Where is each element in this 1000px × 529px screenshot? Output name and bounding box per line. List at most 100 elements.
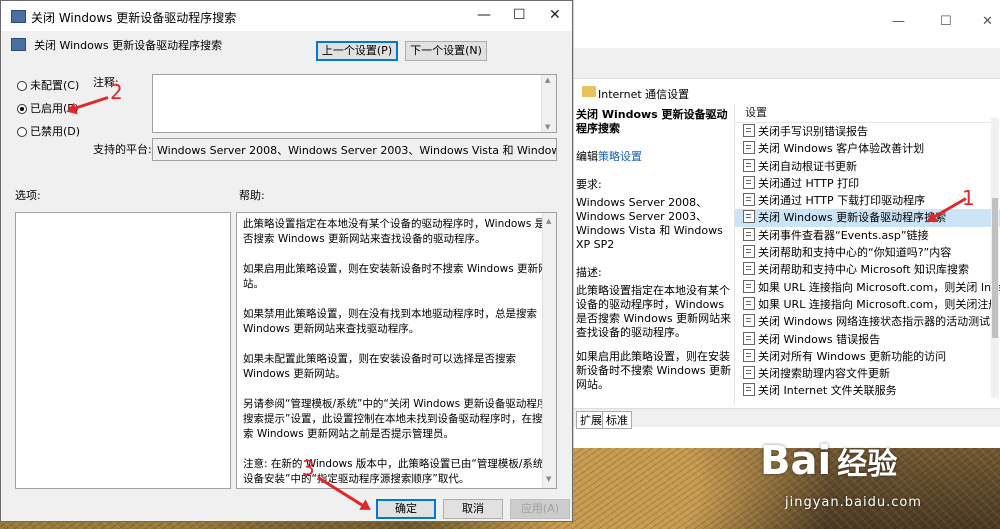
policy-list-item[interactable]: 关闭帮助和支持中心的“你知道吗?”内容 xyxy=(735,244,1000,261)
desc-req-label: 要求: xyxy=(576,178,602,191)
toolbar xyxy=(574,48,1000,79)
desc-edit-prefix: 编辑 xyxy=(576,150,598,163)
policy-setting-icon xyxy=(743,383,755,397)
help-paragraph: 另请参阅“管理模板/系统”中的“关闭 Windows 更新设备驱动程序搜索提示”… xyxy=(243,398,548,440)
policy-setting-icon xyxy=(743,158,755,172)
dialog-title: 关闭 Windows 更新设备驱动程序搜索 xyxy=(31,11,237,25)
policy-setting-icon xyxy=(743,227,755,241)
policy-setting-icon xyxy=(743,245,755,259)
policy-setting-icon xyxy=(743,331,755,345)
supported-label: 支持的平台: xyxy=(93,143,152,156)
policy-list-item[interactable]: 关闭搜索助理内容文件更新 xyxy=(735,365,1000,382)
maximize-icon[interactable]: ☐ xyxy=(940,14,952,29)
policy-list-label: 关闭 Windows 更新设备驱动程序搜索 xyxy=(758,211,947,225)
edit-policy-link[interactable]: 策略设置 xyxy=(598,150,642,163)
policy-list-item[interactable]: 关闭自动根证书更新 xyxy=(735,158,1000,175)
desc-req: Windows Server 2008、Windows Server 2003、… xyxy=(576,196,723,251)
view-tabs: 扩展 标准 xyxy=(574,408,1000,429)
policy-list-label: 关闭 Windows 网络连接状态指示器的活动测试 xyxy=(758,315,991,329)
policy-list-item[interactable]: 关闭 Windows 客户体验改善计划 xyxy=(735,140,1000,157)
folder-icon xyxy=(582,86,596,97)
policy-name: 关闭 Windows 更新设备驱动程序搜索 xyxy=(34,39,223,52)
supported-platforms-field: Windows Server 2008、Windows Server 2003、… xyxy=(152,138,557,161)
policy-list-label: 关闭 Windows 错误报告 xyxy=(758,332,881,346)
supported-value: Windows Server 2008、Windows Server 2003、… xyxy=(157,144,556,157)
bg-window-titlebar: — ☐ ✕ xyxy=(574,0,1000,48)
radio-label: 已禁用(D) xyxy=(30,125,81,138)
policy-setting-icon xyxy=(743,348,755,362)
desc-body-2: 如果启用此策略设置，则在安装新设备时不搜索 Windows 更新网站。 xyxy=(576,350,732,391)
policy-list-item[interactable]: 如果 URL 连接指向 Microsoft.com，则关闭 Internet xyxy=(735,279,1000,296)
annotation-number-2: 2 xyxy=(110,80,123,104)
help-paragraph: 如果未配置此策略设置，则在安装设备时可以选择是否搜索 Windows 更新网站。 xyxy=(243,353,516,380)
ok-button[interactable]: 确定 xyxy=(376,499,436,519)
policy-list-label: 如果 URL 连接指向 Microsoft.com，则关闭注册 xyxy=(758,297,1000,311)
group-policy-editor-window: — ☐ ✕ Internet 通信设置 关闭 Windows 更新设备驱动程序搜… xyxy=(573,0,1000,448)
description-pane: 关闭 Windows 更新设备驱动程序搜索 编辑策略设置 要求: Windows… xyxy=(574,104,732,404)
radio-circle-checked[interactable] xyxy=(17,104,27,114)
watermark-url: jingyan.baidu.com xyxy=(785,495,922,510)
settings-scrollbar[interactable] xyxy=(991,118,999,398)
minimize-icon[interactable]: — xyxy=(477,7,491,23)
tab-standard[interactable]: 标准 xyxy=(602,411,632,429)
policy-list-item[interactable]: 关闭对所有 Windows 更新功能的访问 xyxy=(735,348,1000,365)
dialog-titlebar: 关闭 Windows 更新设备驱动程序搜索 — ☐ ✕ xyxy=(1,1,572,31)
previous-setting-button[interactable]: 上一个设置(P) xyxy=(316,41,398,61)
policy-list-label: 关闭通过 HTTP 打印 xyxy=(758,176,860,190)
category-path: Internet 通信设置 xyxy=(574,82,1000,102)
policy-settings-dialog: 关闭 Windows 更新设备驱动程序搜索 — ☐ ✕ 关闭 Windows 更… xyxy=(0,0,573,522)
desc-body: 此策略设置指定在本地没有某个设备的驱动程序时，Windows 是否搜索 Wind… xyxy=(576,284,732,339)
policy-list-label: 关闭帮助和支持中心 Microsoft 知识库搜索 xyxy=(758,263,970,277)
policy-list-item[interactable]: 关闭帮助和支持中心 Microsoft 知识库搜索 xyxy=(735,261,1000,278)
cancel-button[interactable]: 取消 xyxy=(443,499,503,519)
policy-list-item[interactable]: 关闭手写识别错误报告 xyxy=(735,123,1000,140)
policy-list-label: 关闭 Internet 文件关联服务 xyxy=(758,384,897,398)
maximize-icon[interactable]: ☐ xyxy=(513,7,526,23)
policy-list-label: 关闭事件查看器“Events.asp”链接 xyxy=(758,228,929,242)
policy-list-item[interactable]: 关闭 Windows 更新设备驱动程序搜索 xyxy=(735,209,1000,227)
help-label: 帮助: xyxy=(239,189,265,202)
list-header-setting[interactable]: 设置 xyxy=(735,104,1000,123)
options-label: 选项: xyxy=(15,189,41,202)
policy-list-item[interactable]: 关闭 Windows 错误报告 xyxy=(735,331,1000,348)
help-text-pane: 此策略设置指定在本地没有某个设备的驱动程序时，Windows 是否搜索 Wind… xyxy=(236,212,557,489)
help-paragraph: 如果禁用此策略设置，则在没有找到本地驱动程序时，总是搜索 Windows 更新网… xyxy=(243,308,537,335)
policy-setting-icon xyxy=(743,210,755,224)
policy-list-item[interactable]: 关闭 Windows 网络连接状态指示器的活动测试 xyxy=(735,313,1000,330)
settings-list: 设置 关闭手写识别错误报告 关闭 Windows 客户体验改善计划关闭自动根证书更… xyxy=(734,104,1000,404)
radio-circle[interactable] xyxy=(17,81,27,91)
comment-scrollbar[interactable] xyxy=(541,75,556,132)
close-icon[interactable]: ✕ xyxy=(982,14,993,29)
close-icon[interactable]: ✕ xyxy=(549,7,561,23)
help-scrollbar[interactable] xyxy=(542,213,556,488)
policy-list-label: 关闭搜索助理内容文件更新 xyxy=(758,367,890,381)
policy-setting-icon xyxy=(743,314,755,328)
radio-disabled[interactable]: 已禁用(D) xyxy=(17,123,80,139)
desc-title: 关闭 Windows 更新设备驱动程序搜索 xyxy=(576,108,728,135)
help-paragraph: 注意: 在新的 Windows 版本中，此策略设置已由“管理模板/系统/设备安装… xyxy=(243,458,547,485)
radio-not-configured[interactable]: 未配置(C) xyxy=(17,77,79,93)
policy-list-label: 关闭自动根证书更新 xyxy=(758,159,857,173)
policy-setting-icon xyxy=(743,124,755,137)
policy-icon xyxy=(11,38,26,51)
baidu-watermark: Bai 经验 xyxy=(760,438,897,484)
annotation-number-3: 3 xyxy=(302,456,315,480)
policy-list-item[interactable]: 关闭通过 HTTP 打印 xyxy=(735,175,1000,192)
policy-list-item[interactable]: 关闭事件查看器“Events.asp”链接 xyxy=(735,227,1000,244)
policy-list-item[interactable]: 关闭 Internet 文件关联服务 xyxy=(735,382,1000,399)
comment-textarea[interactable] xyxy=(152,74,557,133)
minimize-icon[interactable]: — xyxy=(892,14,905,29)
policy-setting-icon xyxy=(743,175,755,189)
options-pane xyxy=(15,212,231,489)
watermark-brand: Bai xyxy=(760,438,832,484)
policy-list-item[interactable]: 如果 URL 连接指向 Microsoft.com，则关闭注册 xyxy=(735,296,1000,313)
policy-setting-icon xyxy=(743,296,755,310)
watermark-brand-2: 经验 xyxy=(837,447,898,482)
radio-circle[interactable] xyxy=(17,127,27,137)
radio-label: 未配置(C) xyxy=(30,79,80,92)
apply-button[interactable]: 应用(A) xyxy=(510,499,570,519)
policy-setting-icon xyxy=(743,366,755,380)
policy-list-label: 关闭通过 HTTP 下载打印驱动程序 xyxy=(758,194,926,208)
next-setting-button[interactable]: 下一个设置(N) xyxy=(405,41,487,61)
policy-list-label: 关闭帮助和支持中心的“你知道吗?”内容 xyxy=(758,246,952,260)
